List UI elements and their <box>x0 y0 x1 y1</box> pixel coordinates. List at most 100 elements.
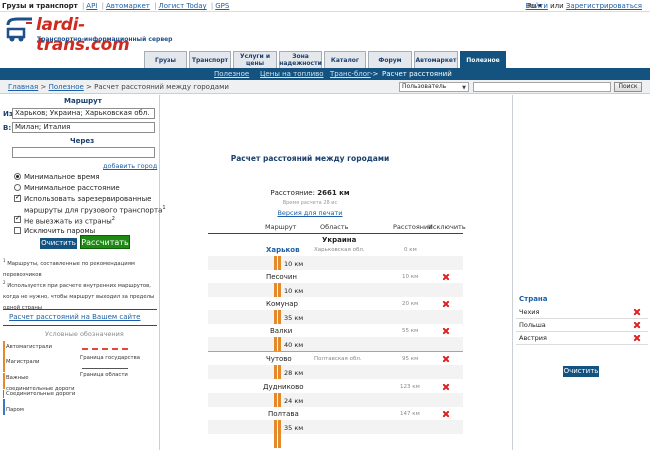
logo-name: lardi-trans.com <box>36 15 130 55</box>
remove-icon[interactable] <box>443 328 449 334</box>
link-gps[interactable]: GPS <box>215 2 229 10</box>
table-divider <box>208 233 463 234</box>
breadcrumb-home[interactable]: Главная <box>8 83 38 91</box>
truck-logo-icon <box>6 17 32 42</box>
radio-min-time[interactable] <box>14 173 21 180</box>
checkbox-exclude-ferries[interactable] <box>14 227 21 234</box>
subnav-fuel-prices[interactable]: Цены на топливо <box>260 70 324 78</box>
remove-icon[interactable] <box>443 411 449 417</box>
legend-region-border-swatch <box>82 368 128 369</box>
subnav-useful[interactable]: Полезное <box>214 70 249 78</box>
col-exclude: Исключить <box>428 223 466 231</box>
countries-panel: Страна Чехия Польша Австрия Очистить <box>512 95 650 450</box>
tab-catalog[interactable]: Каталог <box>324 51 366 68</box>
register-link[interactable]: Зарегистрироваться <box>566 2 642 10</box>
breadcrumb-useful[interactable]: Полезное <box>49 83 84 91</box>
col-region: Область <box>320 223 349 231</box>
leg-distance: 10 км <box>284 287 304 295</box>
tab-services[interactable]: Услуги и цены <box>233 51 277 68</box>
route-leg <box>208 256 463 270</box>
link-logist-today[interactable]: Логист Today <box>158 2 206 10</box>
login-link[interactable]: Войти <box>526 2 548 10</box>
calc-time: Время расчета 28 ис <box>282 200 338 206</box>
label-reserved-routes: Использовать зарезервированные <box>24 195 152 203</box>
subnav-arrow: -> <box>370 70 379 78</box>
radio-min-distance[interactable] <box>14 184 21 191</box>
label-min-distance: Минимальное расстояние <box>24 184 120 192</box>
remove-country-icon[interactable] <box>634 335 640 341</box>
add-city-link[interactable]: добавить город <box>103 162 157 170</box>
from-input[interactable]: Харьков; Украина; Харьковская обл. <box>12 108 155 119</box>
tab-reliability[interactable]: Зона надежности <box>279 51 322 68</box>
tab-cargo[interactable]: Грузы <box>144 51 187 68</box>
tab-automarket[interactable]: Автомаркет <box>414 51 458 68</box>
route-city: Полтава <box>268 410 299 418</box>
remove-icon[interactable] <box>443 384 449 390</box>
site-widget-link[interactable]: Расчет расстояний на Вашем сайте <box>9 313 140 321</box>
breadcrumb-bar: Главная > Полезное > Расчет расстояний м… <box>0 80 650 94</box>
route-leg <box>208 283 463 297</box>
tab-useful[interactable]: Полезное <box>460 51 506 68</box>
leg-distance: 35 км <box>284 314 304 322</box>
chevron-down-icon: ▼ <box>462 85 466 91</box>
user-type-select[interactable]: Пользователь ▼ <box>399 82 469 92</box>
breadcrumb-current: Расчет расстояний между городами <box>94 83 229 91</box>
remove-icon[interactable] <box>443 356 449 362</box>
leg-distance: 35 км <box>284 424 304 432</box>
route-city: Валки <box>270 327 293 335</box>
legend-state-border: Граница государства <box>80 355 140 361</box>
route-distance: 20 км <box>402 301 419 307</box>
legend-trunk: Магистрали <box>6 359 40 365</box>
search-input[interactable] <box>473 82 611 92</box>
legend-ferry-swatch <box>3 399 5 415</box>
route-distance: 55 км <box>402 328 419 334</box>
legend-motorway-swatch <box>3 341 5 355</box>
region-divider <box>208 351 463 352</box>
checkbox-no-leave-country[interactable] <box>14 214 21 223</box>
subnav-trans-blog[interactable]: Транс-блог <box>330 70 371 78</box>
remove-country-icon[interactable] <box>634 309 640 315</box>
checkbox-reserved-routes[interactable] <box>14 193 21 202</box>
remove-country-icon[interactable] <box>634 322 640 328</box>
route-distance: 95 км <box>402 356 419 362</box>
route-city: Чутово <box>266 355 292 363</box>
road-segment <box>274 365 277 379</box>
top-links: Грузы и транспорт | API | Автомаркет | Логи… <box>2 2 230 10</box>
calculate-button[interactable]: Рассчитать <box>80 235 130 249</box>
legend-region-border: Граница области <box>80 372 128 378</box>
route-leg <box>208 420 463 434</box>
search-button[interactable]: Поиск <box>614 82 642 92</box>
legend-motorway: Автомагистрали <box>6 344 52 350</box>
tab-forum[interactable]: Форум <box>368 51 412 68</box>
road-segment <box>278 365 281 379</box>
to-input[interactable]: Милан; Италия <box>12 122 155 133</box>
tab-transport[interactable]: Транспорт <box>189 51 231 68</box>
country-header: Украина <box>322 236 357 244</box>
remove-icon[interactable] <box>443 274 449 280</box>
col-route: Маршрут <box>265 223 297 231</box>
clear-countries-button[interactable]: Очистить <box>563 366 599 377</box>
road-segment <box>278 337 281 351</box>
route-region: Полтавская обл. <box>314 356 362 362</box>
col-distance: Расстояние <box>393 223 433 231</box>
link-automarket[interactable]: Автомаркет <box>106 2 150 10</box>
row-divider <box>516 318 648 319</box>
print-version-link[interactable]: Версия для печати <box>160 209 460 217</box>
road-segment <box>274 434 277 448</box>
road-segment <box>278 256 281 270</box>
link-api[interactable]: API <box>86 2 97 10</box>
logo[interactable]: lardi-trans.com Транспортно-информационн… <box>6 15 176 55</box>
route-leg <box>208 393 463 407</box>
leg-distance: 10 км <box>284 260 304 268</box>
clear-button[interactable]: Очистить <box>40 238 77 249</box>
route-city[interactable]: Харьков <box>266 246 300 254</box>
leg-distance: 28 км <box>284 369 304 377</box>
legend-trunk-swatch <box>3 354 5 372</box>
road-segment <box>278 420 281 434</box>
via-input[interactable] <box>12 147 155 158</box>
legend-ferry: Паром <box>6 407 24 413</box>
route-title: Маршрут <box>64 97 102 105</box>
remove-icon[interactable] <box>443 301 449 307</box>
logo-tagline: Транспортно-информационный сервер <box>37 36 173 43</box>
route-region: Харьковская обл. <box>314 247 365 253</box>
